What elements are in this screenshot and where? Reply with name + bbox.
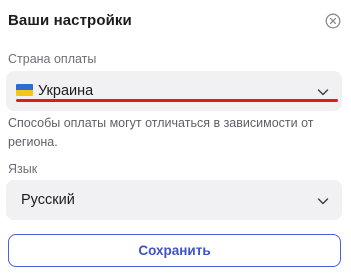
language-value: Русский — [21, 192, 75, 208]
highlight-underline — [16, 99, 338, 102]
close-icon[interactable] — [325, 13, 341, 29]
chevron-down-icon — [316, 85, 330, 99]
dialog-title: Ваши настройки — [8, 12, 132, 29]
language-label: Язык — [8, 162, 38, 176]
chevron-down-icon — [316, 194, 330, 208]
country-select[interactable]: Украина — [6, 71, 342, 111]
country-label: Страна оплаты — [8, 52, 97, 66]
settings-dialog: Ваши настройки Страна оплаты Украина Спо… — [0, 0, 351, 279]
country-value: Украина — [38, 83, 94, 99]
payment-note: Способы оплаты могут отличаться в зависи… — [8, 116, 314, 149]
language-select[interactable]: Русский — [6, 180, 342, 220]
save-button[interactable]: Сохранить — [8, 234, 341, 267]
ukraine-flag-icon — [16, 84, 33, 96]
